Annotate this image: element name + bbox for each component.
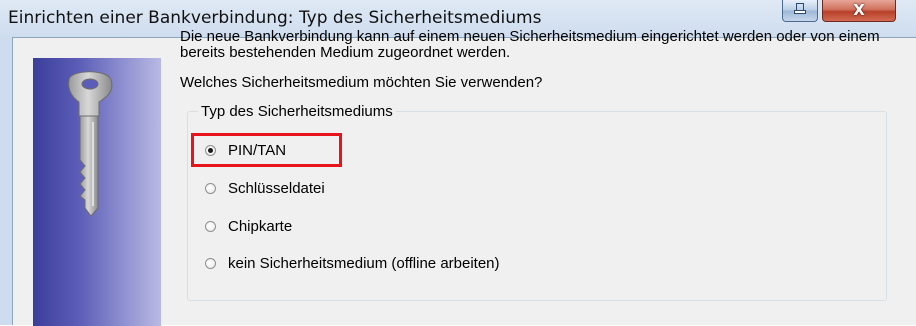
close-button[interactable]: X	[822, 0, 896, 22]
radio-button[interactable]	[205, 182, 216, 194]
radio-button[interactable]	[205, 220, 216, 232]
groupbox-legend: Typ des Sicherheitsmediums	[198, 103, 396, 120]
selection-highlight-box	[191, 133, 342, 167]
minimize-button[interactable]	[782, 0, 818, 22]
radio-label-chipkarte: Chipkarte	[228, 217, 293, 235]
minimize-bar-icon	[794, 10, 806, 14]
radio-option-schluesseldatei[interactable]: Schlüsseldatei	[205, 178, 325, 198]
sidebar-image	[33, 58, 161, 326]
radio-label-offline: kein Sicherheitsmedium (offline arbeiten…	[228, 254, 500, 272]
radio-button[interactable]	[205, 257, 216, 269]
close-icon: X	[853, 1, 865, 19]
radio-option-chipkarte[interactable]: Chipkarte	[205, 216, 292, 236]
radio-label-schluesseldatei: Schlüsseldatei	[228, 179, 325, 197]
window-title: Einrichten einer Bankverbindung: Typ des…	[8, 8, 542, 28]
key-icon	[68, 71, 113, 217]
question-text: Welches Sicherheitsmedium möchten Sie ve…	[180, 74, 543, 91]
dialog-window: Einrichten einer Bankverbindung: Typ des…	[0, 0, 916, 326]
intro-text: Die neue Bankverbindung kann auf einem n…	[180, 28, 880, 61]
minimize-icon	[796, 3, 804, 10]
radio-option-offline[interactable]: kein Sicherheitsmedium (offline arbeiten…	[205, 253, 500, 273]
